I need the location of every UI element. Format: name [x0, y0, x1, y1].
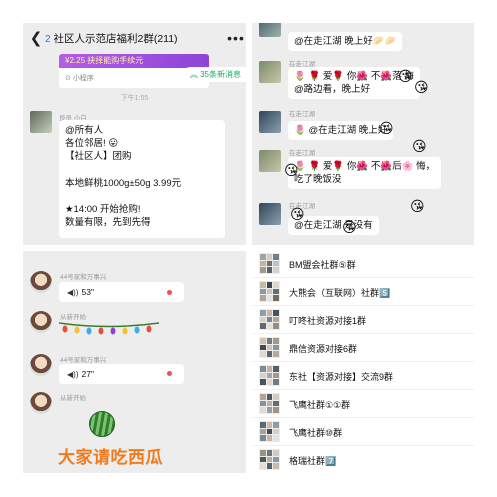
- new-messages-badge[interactable]: ︽ 35条新消息: [182, 67, 246, 82]
- avatar[interactable]: [259, 61, 281, 83]
- sender-name: 44号家和万事兴: [60, 274, 107, 281]
- greeting-chat-panel: @在走江湖 晚上好🥟🥟 在走江湖 🌷 🌹 爱🌹 你🌺 不🌺落 悔 @路边看，晚上…: [252, 23, 474, 245]
- message-line: 🌷 🌹 爱🌹 你🌺 不🌺后🌸 悔，: [294, 161, 436, 172]
- sender-name: 从新开始: [60, 395, 86, 402]
- kiss-emoji-icon: 😘: [412, 138, 427, 154]
- chevron-left-icon[interactable]: ❮: [27, 29, 45, 47]
- sender-name: 44号家和万事兴: [60, 357, 107, 364]
- title-badge: 2: [45, 33, 51, 45]
- group-avatar: [259, 253, 280, 274]
- list-item[interactable]: 叮咚社资源对接1群: [252, 307, 474, 334]
- sender-name: 在走江湖: [289, 150, 315, 157]
- watermelon-caption: 大家请吃西瓜: [58, 448, 163, 467]
- list-item[interactable]: 大熊会（互联网）社群5️⃣: [252, 279, 474, 306]
- list-item[interactable]: 鼎信资源对接6群: [252, 335, 474, 362]
- list-item[interactable]: 飞鹰社群⑩群: [252, 419, 474, 446]
- group-name: 鼎信资源对接6群: [289, 344, 358, 354]
- group-avatar: [259, 337, 280, 358]
- kiss-emoji-icon: 😘: [414, 79, 429, 95]
- message-line: [65, 190, 219, 203]
- message-line: 数量有限，先到先得: [65, 217, 151, 229]
- avatar[interactable]: [259, 150, 281, 172]
- group-name: 大熊会（互联网）社群5️⃣: [289, 288, 391, 298]
- message-line: @所有人: [65, 125, 104, 136]
- string-lights-sticker[interactable]: [58, 321, 160, 335]
- mini-program-banner: ¥2.25 抉择能购手续元: [59, 54, 209, 68]
- voice-chat-panel: 44号家和万事兴 ◀)) 53" 从新开始 44号家和万事兴 ◀)) 27" 从新开…: [23, 251, 246, 473]
- kiss-emoji-icon: 😘: [290, 206, 305, 222]
- message-line: 各位邻居! 😛: [65, 138, 119, 150]
- group-name: BM盟会社群⑤群: [289, 260, 356, 270]
- kiss-emoji-icon: 😘: [410, 198, 425, 214]
- avatar[interactable]: [30, 111, 52, 133]
- message-line: [65, 164, 219, 177]
- unread-dot: [167, 290, 172, 295]
- voice-message[interactable]: ◀)) 27": [59, 364, 184, 384]
- list-item[interactable]: 飞鹰社群①①群: [252, 391, 474, 418]
- group-name: 叮咚社资源对接1群: [289, 316, 367, 326]
- group-avatar: [259, 281, 280, 302]
- list-item[interactable]: BM盟会社群⑤群: [252, 251, 474, 278]
- title-text: 社区人示范店福利2群(211): [53, 32, 178, 45]
- group-avatar: [259, 449, 280, 470]
- group-name: 飞鹰社群①①群: [289, 400, 351, 410]
- avatar[interactable]: [259, 23, 281, 37]
- avatar[interactable]: [30, 354, 52, 376]
- message-line: ★14:00 开始抢购!: [65, 204, 141, 216]
- avatar[interactable]: [259, 111, 281, 133]
- mini-program-label-text: 小程序: [72, 75, 94, 82]
- voice-wave-icon: ◀)): [67, 288, 79, 297]
- kiss-emoji-icon: 😘: [398, 68, 413, 84]
- kiss-emoji-icon: 😘: [342, 219, 357, 235]
- group-name: 飞鹰社群⑩群: [289, 428, 343, 438]
- watermelon-icon: [89, 411, 115, 437]
- message-line: @路边看，晚上好: [294, 84, 371, 95]
- group-chat-panel: ❮ 2 社区人示范店福利2群(211) ••• ¥2.25 抉择能购手续元 ⊙ …: [23, 23, 246, 245]
- list-item[interactable]: 格瑞社群7️⃣: [252, 447, 474, 473]
- message-line: 吃了晚饭没: [294, 174, 342, 185]
- group-avatar: [259, 309, 280, 330]
- new-messages-text: 35条新消息: [200, 70, 241, 79]
- voice-message[interactable]: ◀)) 53": [59, 282, 184, 302]
- group-avatar: [259, 421, 280, 442]
- message-bubble[interactable]: @所有人 各位邻居! 😛 【社区人】团购 本地鲜桃1000g±50g 3.99元…: [59, 120, 225, 238]
- kiss-emoji-icon: 😘: [379, 120, 394, 136]
- avatar[interactable]: [30, 311, 52, 333]
- avatar[interactable]: [30, 392, 52, 414]
- message-bubble[interactable]: 🌷 @在走江湖 晚上好: [288, 121, 394, 140]
- voice-duration: 53": [81, 287, 94, 297]
- message-line: 【社区人】团购: [65, 151, 132, 163]
- message-line: 🌷 🌹 爱🌹 你🌺 不🌺落 悔: [294, 71, 414, 82]
- chevron-up-icon: ︽: [189, 70, 198, 79]
- sender-name: 从新开始: [60, 314, 86, 321]
- group-avatar: [259, 393, 280, 414]
- group-name: 格瑞社群7️⃣: [289, 456, 337, 466]
- group-list-panel: BM盟会社群⑤群 大熊会（互联网）社群5️⃣ 叮咚社资源对接1群 鼎信资源对接6…: [252, 251, 474, 473]
- more-dots-icon[interactable]: •••: [226, 30, 246, 46]
- list-item[interactable]: 东社【资源对接】交流9群: [252, 363, 474, 390]
- timestamp: 下午1:55: [120, 95, 149, 102]
- mini-program-label: ⊙ 小程序: [65, 75, 94, 82]
- group-avatar: [259, 365, 280, 386]
- voice-duration: 27": [81, 369, 94, 379]
- sender-name: 在走江湖: [289, 111, 315, 118]
- chat-title: 2 社区人示范店福利2群(211): [45, 31, 226, 46]
- avatar[interactable]: [259, 203, 281, 225]
- message-bubble[interactable]: @在走江湖 晚上好🥟🥟: [288, 32, 403, 51]
- avatar[interactable]: [30, 271, 52, 293]
- chat-header: ❮ 2 社区人示范店福利2群(211) •••: [23, 23, 246, 53]
- group-name: 东社【资源对接】交流9群: [289, 372, 394, 382]
- voice-wave-icon: ◀)): [67, 370, 79, 379]
- message-line: 本地鲜桃1000g±50g 3.99元: [65, 177, 182, 189]
- message-bubble[interactable]: 🌷 🌹 爱🌹 你🌺 不🌺后🌸 悔， 吃了晚饭没: [288, 157, 442, 189]
- unread-dot: [167, 371, 172, 376]
- kiss-emoji-icon: 😘: [284, 162, 299, 178]
